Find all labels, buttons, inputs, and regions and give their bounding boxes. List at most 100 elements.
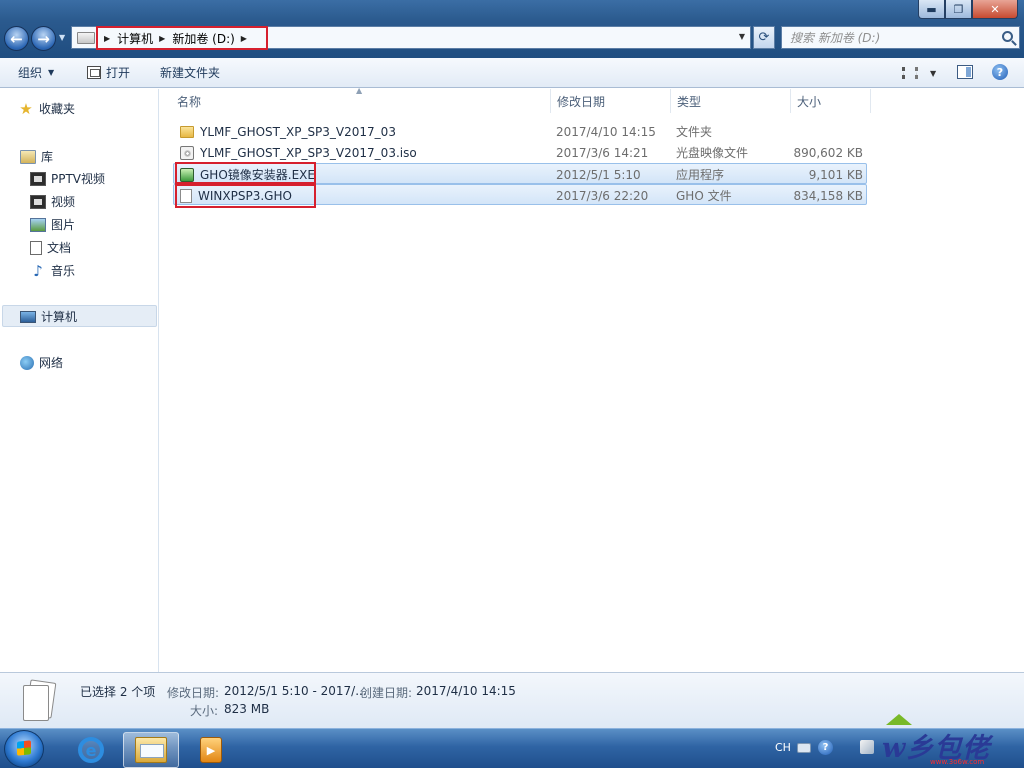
size-label: 大小: [190, 702, 218, 719]
search-input[interactable] [790, 31, 1000, 45]
size-value: 823 MB [224, 702, 269, 716]
column-divider[interactable] [870, 89, 871, 113]
document-icon [30, 241, 42, 255]
new-folder-button[interactable]: 新建文件夹 [160, 58, 220, 88]
command-bar: 组织▼ 打开 新建文件夹 ▼ ? [0, 58, 1024, 88]
sidebar-item-music[interactable]: ♪音乐 [30, 262, 75, 279]
keyboard-icon[interactable] [797, 743, 811, 753]
taskbar-internet-explorer[interactable]: e [63, 732, 119, 768]
language-indicator[interactable]: CH [775, 741, 791, 754]
change-view-button[interactable]: ▼ [902, 58, 936, 88]
recent-pages-dropdown[interactable]: ▼ [59, 33, 65, 42]
created-label: 创建日期: [360, 684, 412, 701]
refresh-icon: ⟳ [759, 30, 770, 45]
taskbar: e ▶ CH ? [0, 728, 1024, 768]
column-header-name[interactable]: 名称 [171, 89, 550, 113]
window-controls: ▬ ❐ ✕ [918, 0, 1018, 19]
annotation-highlight-box [175, 162, 316, 184]
file-size: 890,602 KB [753, 142, 863, 163]
arrow-left-icon: ← [10, 30, 23, 48]
dropdown-arrow-icon: ▼ [48, 68, 54, 77]
modified-label: 修改日期: [167, 684, 219, 701]
chevron-right-icon: ▶ [159, 34, 165, 43]
close-button[interactable]: ✕ [972, 0, 1018, 19]
view-list-icon [902, 67, 918, 79]
file-type: GHO 文件 [676, 185, 732, 206]
file-type: 光盘映像文件 [676, 142, 748, 163]
start-button[interactable] [4, 730, 44, 768]
modified-value: 2012/5/1 5:10 - 2017/... [224, 684, 367, 698]
sidebar-item-computer[interactable]: 计算机 [20, 308, 77, 325]
breadcrumb: ▶ 计算机▶ 新加卷 (D:)▶ [96, 26, 268, 50]
watermark-logo: w乡包佬 www.3o6w.com [872, 718, 1020, 766]
help-icon[interactable]: ? [992, 64, 1008, 80]
multiple-files-icon [20, 681, 54, 723]
breadcrumb-root-arrow[interactable]: ▶ [98, 34, 117, 43]
watermark-url: www.3o6w.com [930, 758, 984, 766]
video-library-icon [30, 172, 46, 186]
star-icon: ★ [18, 102, 34, 116]
file-row[interactable]: YLMF_GHOST_XP_SP3_V2017_03 2017/4/10 14:… [173, 121, 867, 142]
back-button[interactable]: ← [4, 26, 29, 51]
selection-count: 已选择 2 个项 [80, 683, 155, 700]
file-row[interactable]: YLMF_GHOST_XP_SP3_V2017_03.iso 2017/3/6 … [173, 142, 867, 163]
refresh-button[interactable]: ⟳ [753, 26, 775, 49]
sidebar-item-videos[interactable]: 视频 [30, 193, 75, 210]
details-pane: 已选择 2 个项 修改日期: 2012/5/1 5:10 - 2017/... … [0, 672, 1024, 728]
search-box[interactable] [781, 26, 1020, 49]
explorer-icon [135, 737, 167, 763]
file-name: YLMF_GHOST_XP_SP3_V2017_03.iso [200, 146, 417, 160]
address-dropdown-icon[interactable]: ▼ [739, 32, 745, 41]
dropdown-arrow-icon: ▼ [930, 69, 936, 78]
disc-image-icon [180, 146, 194, 160]
minimize-button[interactable]: ▬ [918, 0, 945, 19]
maximize-button[interactable]: ❐ [945, 0, 972, 19]
column-header-date-modified[interactable]: 修改日期 [551, 89, 670, 113]
preview-pane-icon[interactable] [957, 65, 973, 79]
video-library-icon [30, 195, 46, 209]
file-size: 9,101 KB [753, 164, 863, 185]
media-player-icon: ▶ [200, 737, 222, 763]
sidebar-item-libraries[interactable]: 库 [20, 148, 53, 165]
sidebar-item-pptv-video[interactable]: PPTV视频 [30, 170, 105, 187]
chevron-right-icon: ▶ [241, 34, 247, 43]
pictures-icon [30, 218, 46, 232]
address-bar[interactable]: ▶ 计算机▶ 新加卷 (D:)▶ ▼ [71, 26, 751, 49]
file-size [753, 121, 863, 142]
file-date: 2017/3/6 22:20 [556, 185, 648, 206]
forward-button[interactable]: → [31, 26, 56, 51]
file-size: 834,158 KB [753, 185, 863, 206]
arrow-right-icon: → [37, 30, 50, 48]
help-icon[interactable]: ? [818, 740, 833, 755]
file-date: 2012/5/1 5:10 [556, 164, 641, 185]
column-header-size[interactable]: 大小 [791, 89, 869, 113]
title-bar: ▬ ❐ ✕ ← → ▼ ▶ 计算机▶ 新加卷 (D:)▶ ▼ ⟳ [0, 0, 1024, 58]
library-icon [20, 150, 36, 164]
organize-button[interactable]: 组织▼ [18, 58, 54, 88]
file-date: 2017/4/10 14:15 [556, 121, 656, 142]
column-header-type[interactable]: 类型 [671, 89, 790, 113]
open-icon [87, 66, 101, 79]
breadcrumb-item-drive-d[interactable]: 新加卷 (D:)▶ [172, 30, 254, 47]
sidebar-item-pictures[interactable]: 图片 [30, 216, 75, 233]
file-type: 文件夹 [676, 121, 712, 142]
navigation-pane: ★收藏夹 库 PPTV视频 视频 图片 文档 ♪音乐 计算机 网络 [0, 89, 159, 672]
created-value: 2017/4/10 14:15 [416, 684, 516, 698]
chevron-right-icon: ▶ [104, 34, 110, 43]
open-button[interactable]: 打开 [87, 58, 130, 88]
file-type: 应用程序 [676, 164, 724, 185]
file-list: ▲ 名称 修改日期 类型 大小 YLMF_GHOST_XP_SP3_V2017_… [160, 89, 1024, 672]
computer-icon [20, 311, 36, 323]
internet-explorer-icon: e [78, 737, 104, 763]
taskbar-media-player[interactable]: ▶ [183, 732, 239, 768]
music-icon: ♪ [30, 264, 46, 278]
breadcrumb-item-computer[interactable]: 计算机▶ [117, 30, 172, 47]
search-icon[interactable] [1002, 31, 1013, 42]
house-icon [886, 714, 912, 725]
folder-icon [180, 126, 194, 138]
sidebar-item-network[interactable]: 网络 [20, 354, 63, 371]
sidebar-item-favorites[interactable]: ★收藏夹 [18, 100, 75, 117]
drive-icon [77, 32, 95, 44]
sidebar-item-documents[interactable]: 文档 [30, 239, 71, 256]
taskbar-windows-explorer[interactable] [123, 732, 179, 768]
